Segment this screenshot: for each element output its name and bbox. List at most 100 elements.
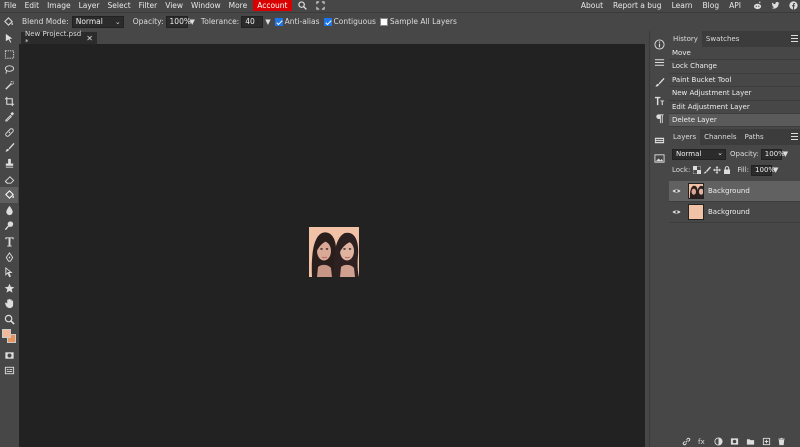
paragraph-icon[interactable] <box>650 109 669 127</box>
lock-label: Lock: <box>672 166 691 174</box>
document-tab[interactable]: New Project.psd * ✕ <box>21 30 97 46</box>
link-layers-icon[interactable] <box>682 437 691 446</box>
brush-tool-icon[interactable] <box>0 140 18 156</box>
menu-layer[interactable]: Layer <box>75 0 104 11</box>
eye-icon[interactable] <box>672 209 684 215</box>
history-item[interactable]: New Adjustment Layer <box>669 87 800 101</box>
right-panels: History Swatches Move Lock Change Paint … <box>669 31 800 447</box>
history-item[interactable]: Paint Bucket Tool <box>669 74 800 88</box>
menu-account[interactable]: Account <box>253 0 292 11</box>
search-icon[interactable] <box>296 0 310 11</box>
close-icon[interactable]: ✕ <box>86 34 93 43</box>
reddit-icon[interactable] <box>750 0 764 11</box>
history-item-current[interactable]: Delete Layer <box>669 113 800 128</box>
tolerance-dropdown-icon[interactable]: ▼ <box>265 18 270 26</box>
history-item[interactable]: Lock Change <box>669 60 800 74</box>
css-icon[interactable] <box>650 131 669 149</box>
lasso-tool-icon[interactable] <box>0 62 18 78</box>
opacity-input[interactable]: 100% <box>165 15 191 28</box>
blur-tool-icon[interactable] <box>0 203 18 219</box>
tab-swatches[interactable]: Swatches <box>702 31 743 47</box>
lock-pixels-icon[interactable] <box>703 166 712 174</box>
menu-more[interactable]: More <box>225 0 252 11</box>
menu-api[interactable]: API <box>724 0 746 11</box>
fill-dropdown-icon[interactable]: ▼ <box>773 166 778 174</box>
lock-all-icon[interactable] <box>723 166 731 174</box>
lock-transparency-icon[interactable] <box>693 166 702 174</box>
tab-history[interactable]: History <box>669 31 702 47</box>
menu-view[interactable]: View <box>161 0 187 11</box>
dodge-tool-icon[interactable] <box>0 218 18 234</box>
delete-layer-icon[interactable] <box>777 437 786 446</box>
brush-settings-icon[interactable] <box>650 73 669 91</box>
lock-position-icon[interactable] <box>713 166 722 174</box>
info-icon[interactable] <box>650 35 669 53</box>
menu-window[interactable]: Window <box>187 0 225 11</box>
zoom-tool-icon[interactable] <box>0 312 18 328</box>
screen-mode-icon[interactable] <box>0 363 18 379</box>
image-panel-icon[interactable] <box>650 149 669 167</box>
history-item[interactable]: Move <box>669 47 800 61</box>
opacity-label: Opacity: <box>132 17 164 26</box>
layer-opacity-dropdown-icon[interactable]: ▼ <box>783 150 788 158</box>
healing-tool-icon[interactable] <box>0 125 18 141</box>
shape-tool-icon[interactable] <box>0 281 18 297</box>
chevron-down-icon: ⌄ <box>717 148 723 157</box>
type-tool-icon[interactable] <box>0 234 18 250</box>
quick-mask-icon[interactable] <box>0 347 18 363</box>
character-icon[interactable] <box>650 91 669 109</box>
tolerance-input[interactable]: 40 <box>241 15 264 28</box>
layer-effects-icon[interactable]: fx <box>698 437 707 446</box>
panel-menu-icon[interactable] <box>791 133 798 140</box>
crop-tool-icon[interactable] <box>0 93 18 109</box>
menu-image[interactable]: Image <box>43 0 75 11</box>
canvas-image[interactable] <box>309 227 359 277</box>
history-item[interactable]: Edit Adjustment Layer <box>669 101 800 114</box>
menu-select[interactable]: Select <box>104 0 135 11</box>
panel-menu-icon[interactable] <box>791 35 798 42</box>
paint-bucket-icon <box>3 16 17 27</box>
path-select-tool-icon[interactable] <box>0 265 18 281</box>
menu-edit[interactable]: Edit <box>21 0 44 11</box>
layer-opacity-input[interactable]: 100% <box>760 148 785 160</box>
menu-blog[interactable]: Blog <box>698 0 725 11</box>
menu-filter[interactable]: Filter <box>135 0 162 11</box>
contiguous-checkbox[interactable] <box>323 17 332 26</box>
layer-row[interactable]: Background <box>669 181 800 202</box>
layer-row[interactable]: Background <box>669 202 800 223</box>
facebook-icon[interactable] <box>786 0 800 11</box>
menu-learn[interactable]: Learn <box>667 0 698 11</box>
antialias-checkbox[interactable] <box>274 17 283 26</box>
layer-blend-value: Normal <box>676 149 702 158</box>
tab-channels[interactable]: Channels <box>700 129 740 145</box>
move-tool-icon[interactable] <box>0 31 18 47</box>
foreground-color-swatch[interactable] <box>2 329 11 339</box>
fullscreen-icon[interactable] <box>314 0 328 11</box>
eyedropper-tool-icon[interactable] <box>0 109 18 125</box>
marquee-tool-icon[interactable] <box>0 47 18 63</box>
menu-file[interactable]: File <box>0 0 21 11</box>
new-folder-icon[interactable] <box>746 437 755 446</box>
pen-tool-icon[interactable] <box>0 249 18 265</box>
tab-paths[interactable]: Paths <box>741 129 768 145</box>
menu-report-bug[interactable]: Report a bug <box>608 0 667 11</box>
sample-all-layers-checkbox[interactable] <box>379 17 388 26</box>
options-bar: Blend Mode: Normal ⌄ Opacity: 100% ▼ Tole… <box>0 12 800 30</box>
quick-select-tool-icon[interactable] <box>0 78 18 94</box>
paint-bucket-tool-icon[interactable] <box>0 186 18 203</box>
properties-icon[interactable] <box>650 53 669 71</box>
eraser-tool-icon[interactable] <box>0 171 18 187</box>
fill-input[interactable]: 100% <box>751 164 775 176</box>
blend-mode-label: Blend Mode: <box>22 17 69 26</box>
blend-mode-select[interactable]: Normal ⌄ <box>71 15 124 28</box>
eye-icon[interactable] <box>672 188 684 194</box>
layer-blend-select[interactable]: Normal ⌄ <box>672 148 726 160</box>
clone-stamp-tool-icon[interactable] <box>0 156 18 172</box>
twitter-icon[interactable] <box>768 0 782 11</box>
new-layer-icon[interactable] <box>762 437 771 446</box>
layer-mask-icon[interactable] <box>730 437 739 446</box>
tab-layers[interactable]: Layers <box>669 129 701 145</box>
menu-about[interactable]: About <box>576 0 608 11</box>
hand-tool-icon[interactable] <box>0 296 18 312</box>
adjustment-layer-icon[interactable] <box>714 436 723 446</box>
